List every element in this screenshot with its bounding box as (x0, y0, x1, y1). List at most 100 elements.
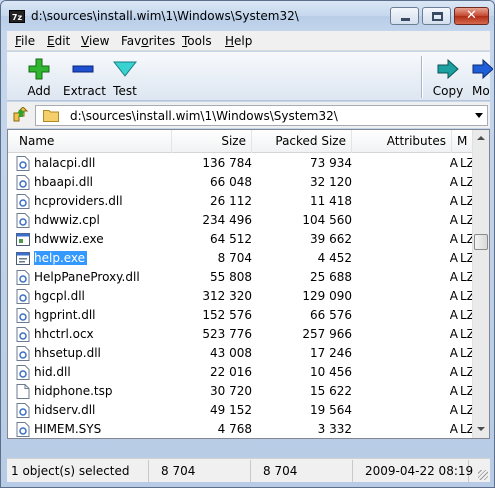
file-attributes: A (449, 194, 458, 208)
file-attributes: A (449, 308, 458, 322)
minimize-icon (401, 18, 410, 21)
chevron-down-icon[interactable] (475, 113, 483, 118)
file-name: hdwwiz.exe (34, 232, 104, 246)
file-packed-size: 257 966 (302, 327, 352, 341)
file-size: 43 008 (210, 346, 252, 360)
file-size: 22 016 (210, 365, 252, 379)
close-button[interactable]: ✕ (454, 7, 489, 25)
file-size: 55 808 (210, 270, 252, 284)
extract-label: Extract (63, 84, 106, 98)
file-attributes: A (449, 403, 458, 417)
minimize-button[interactable] (390, 7, 419, 25)
column-packed-size[interactable]: Packed Size (252, 130, 352, 153)
table-row[interactable]: hcproviders.dll 26 112 11 418 A LZ (8, 192, 475, 211)
dll-file-icon (16, 365, 30, 380)
file-attributes: A (449, 156, 458, 170)
column-size[interactable]: Size (172, 130, 252, 153)
menu-tools[interactable]: Tools (182, 34, 212, 48)
close-icon: ✕ (466, 8, 477, 23)
file-packed-size: 39 662 (310, 232, 352, 246)
file-packed-size: 25 688 (310, 270, 352, 284)
status-bar: 1 object(s) selected 8 704 8 704 2009-04… (7, 458, 490, 482)
file-packed-size: 32 120 (310, 175, 352, 189)
table-row[interactable]: hidserv.dll 49 152 19 564 A LZ (8, 401, 475, 420)
file-packed-size: 11 418 (310, 194, 352, 208)
toolbar-separator (421, 56, 423, 98)
file-list[interactable]: Name Size Packed Size Attributes M halac… (7, 129, 490, 439)
title-bar[interactable]: 7z d:\sources\install.wim\1\Windows\Syst… (1, 1, 494, 31)
arrow-down-icon (477, 427, 485, 431)
scroll-up-button[interactable] (473, 130, 489, 147)
column-method[interactable]: M (452, 130, 474, 153)
table-row-selected[interactable]: help.exe 8 704 4 452 A LZ (8, 249, 475, 268)
table-row[interactable]: hdwwiz.cpl 234 496 104 560 A LZ (8, 211, 475, 230)
file-attributes: A (449, 422, 458, 436)
test-button[interactable]: Test (109, 54, 141, 100)
table-row[interactable]: hid.dll 22 016 10 456 A LZ (8, 363, 475, 382)
vertical-scrollbar[interactable] (472, 130, 489, 438)
column-name[interactable]: Name (8, 130, 172, 153)
app-7zip-icon[interactable]: 7z (9, 10, 25, 23)
menu-file[interactable]: File (15, 34, 35, 48)
address-bar: d:\sources\install.wim\1\Windows\System3… (7, 102, 490, 128)
table-row[interactable]: HelpPaneProxy.dll 55 808 25 688 A LZ (8, 268, 475, 287)
file-packed-size: 73 934 (310, 156, 352, 170)
menu-edit-accel: E (47, 34, 55, 48)
menu-help-label: elp (234, 34, 253, 48)
table-row[interactable]: hdwwiz.exe 64 512 39 662 A LZ (8, 230, 475, 249)
add-button[interactable]: Add (21, 54, 57, 100)
file-size: 30 720 (210, 384, 252, 398)
maximize-button[interactable] (422, 7, 451, 25)
file-size: 64 512 (210, 232, 252, 246)
table-row[interactable]: hbaapi.dll 66 048 32 120 A LZ (8, 173, 475, 192)
status-modified: 2009-04-22 08:19 (361, 460, 473, 482)
table-row[interactable]: HIMEM.SYS 4 768 3 332 A LZ (8, 420, 475, 438)
file-packed-size: 19 564 (310, 403, 352, 417)
menu-favorites-accel: o (141, 34, 149, 48)
copy-button[interactable]: Copy (431, 54, 465, 100)
file-attributes: A (449, 365, 458, 379)
file-name: hhsetup.dll (34, 346, 101, 360)
add-label: Add (27, 84, 51, 98)
file-size: 49 152 (210, 403, 252, 417)
table-row[interactable]: halacpi.dll 136 784 73 934 A LZ (8, 154, 475, 173)
scrollbar-thumb[interactable] (474, 234, 488, 250)
up-folder-icon[interactable] (13, 107, 29, 123)
dll-file-icon (16, 403, 30, 418)
resize-grip-icon[interactable] (478, 470, 488, 480)
table-row[interactable]: hhctrl.ocx 523 776 257 966 A LZ (8, 325, 475, 344)
copy-arrow-icon (437, 58, 459, 80)
extract-button[interactable]: Extract (63, 54, 106, 100)
scroll-down-button[interactable] (473, 421, 489, 438)
file-packed-size: 3 332 (317, 422, 352, 436)
file-size: 26 112 (210, 194, 252, 208)
file-name: halacpi.dll (34, 156, 96, 170)
file-name: help.exe (34, 251, 88, 265)
file-packed-size: 66 576 (310, 308, 352, 322)
folder-icon (43, 110, 59, 122)
dll-file-icon (16, 194, 30, 209)
menu-favorites-label-pre: Fav (121, 34, 142, 48)
table-row[interactable]: hidphone.tsp 30 720 15 622 A LZ (8, 382, 475, 401)
menu-file-label: ile (21, 34, 36, 48)
check-icon (113, 61, 137, 77)
file-attributes: A (449, 270, 458, 284)
plus-icon (28, 58, 50, 80)
path-field[interactable]: d:\sources\install.wim\1\Windows\System3… (35, 105, 488, 126)
column-attributes[interactable]: Attributes (352, 130, 452, 153)
table-row[interactable]: hgcpl.dll 312 320 129 090 A LZ (8, 287, 475, 306)
menu-help[interactable]: Help (225, 34, 252, 48)
file-name: hdwwiz.cpl (34, 213, 100, 227)
cpl-file-icon (16, 213, 30, 228)
file-name: hgcpl.dll (34, 289, 85, 303)
menu-view[interactable]: View (81, 34, 109, 48)
menu-edit[interactable]: Edit (47, 34, 70, 48)
file-packed-size: 15 622 (310, 384, 352, 398)
menu-favorites[interactable]: Favorites (121, 34, 175, 48)
menu-bar: File Edit View Favorites Tools Help (7, 31, 490, 51)
table-row[interactable]: hhsetup.dll 43 008 17 246 A LZ (8, 344, 475, 363)
move-button[interactable]: Mo (469, 54, 493, 100)
file-packed-size: 104 560 (302, 213, 352, 227)
window-title: d:\sources\install.wim\1\Windows\System3… (31, 9, 299, 23)
table-row[interactable]: hgprint.dll 152 576 66 576 A LZ (8, 306, 475, 325)
